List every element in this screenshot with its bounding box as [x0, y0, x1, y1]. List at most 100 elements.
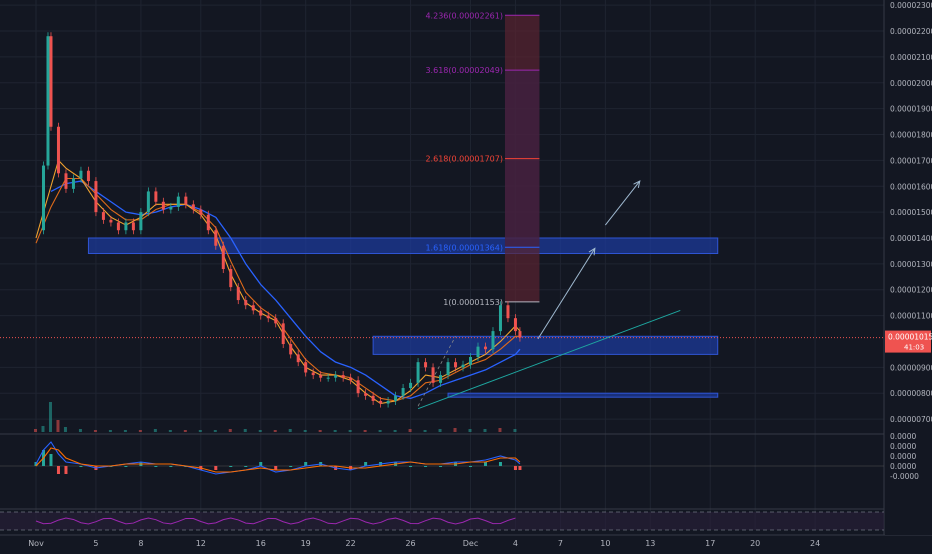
- osc-histogram-bar: [169, 466, 173, 467]
- price-candle: [236, 287, 240, 301]
- price-candle: [281, 323, 285, 345]
- price-candle: [94, 181, 98, 213]
- osc-histogram-bar: [214, 466, 218, 470]
- volume-bar: [48, 402, 52, 432]
- osc-tick-label: 0.0000: [890, 452, 916, 461]
- price-candle: [409, 382, 413, 389]
- bar-countdown: 41:03: [904, 344, 924, 352]
- osc-histogram-bar: [154, 466, 158, 467]
- price-candle: [461, 364, 465, 368]
- osc-histogram-bar: [469, 466, 473, 467]
- osc-tick-label: -0.0000: [890, 472, 919, 481]
- price-candle: [356, 380, 360, 394]
- fib-level-label: 3.618(0.00002049): [425, 66, 503, 75]
- price-candle: [296, 354, 300, 363]
- volume-bar: [34, 429, 37, 432]
- osc-histogram-bar: [79, 466, 83, 467]
- time-tick-label: 10: [600, 539, 610, 548]
- chart-canvas[interactable]: 4.236(0.00002261) 3.618(0.00002049) 2.618(…: [0, 0, 932, 550]
- volume-bar: [273, 430, 277, 432]
- volume-bar: [303, 430, 307, 432]
- price-candle: [79, 170, 83, 179]
- zone-rect: [447, 392, 719, 398]
- price-tick-label: 0.00001400: [890, 234, 932, 243]
- osc-tick-label: 0.0000: [890, 462, 916, 471]
- price-candle: [491, 331, 495, 350]
- osc-tick-label: 0.0000: [890, 442, 916, 451]
- price-candle: [469, 356, 473, 365]
- volume-bar: [288, 429, 292, 432]
- price-candle: [424, 362, 428, 368]
- volume-bar: [63, 427, 67, 432]
- price-candle: [274, 318, 278, 324]
- time-tick-label: 17: [705, 539, 715, 548]
- volume-bar: [41, 426, 45, 432]
- price-tick-label: 0.00001800: [890, 131, 932, 140]
- volume-bar: [213, 430, 217, 432]
- price-axis[interactable]: 0.00002300 0.00002200 0.00002100 0.00002000…: [885, 0, 932, 535]
- osc-histogram-bar: [409, 466, 413, 467]
- volume-bar: [378, 430, 382, 432]
- price-tick-label: 0.00000700: [890, 415, 932, 424]
- volume-bar: [438, 429, 442, 432]
- rsi-pane: [0, 511, 884, 531]
- volume-bar: [513, 429, 517, 432]
- volume-bar: [78, 429, 82, 432]
- price-candle: [221, 245, 225, 270]
- osc-histogram-bar: [424, 466, 428, 467]
- volume-bar: [333, 430, 337, 432]
- price-candle: [259, 310, 263, 316]
- volume-bar: [123, 430, 127, 432]
- price-candle: [334, 375, 338, 378]
- price-tick-label: 0.00001600: [890, 182, 932, 191]
- price-candle: [154, 191, 158, 202]
- volume-bar: [393, 430, 397, 432]
- price-candle: [139, 212, 143, 231]
- time-tick-label: 26: [405, 539, 415, 548]
- price-candle: [311, 372, 315, 376]
- price-candle: [56, 126, 60, 174]
- price-candle: [431, 367, 435, 383]
- osc-histogram-bar: [124, 466, 128, 467]
- price-candle: [101, 212, 105, 220]
- time-tick-label: Dec: [463, 539, 478, 548]
- price-candle: [386, 400, 390, 404]
- osc-histogram-bar: [49, 454, 53, 466]
- volume-bar: [108, 430, 112, 432]
- price-tick-label: 0.00001300: [890, 260, 932, 269]
- price-tick-label: 0.00001100: [890, 312, 932, 321]
- time-tick-label: 20: [750, 539, 760, 548]
- price-tick-label: 0.00000900: [890, 363, 932, 372]
- price-candle: [109, 219, 113, 223]
- time-tick-label: 5: [93, 539, 98, 548]
- osc-histogram-bar: [259, 462, 263, 466]
- rsi-band: [0, 512, 884, 530]
- price-candle: [454, 362, 458, 368]
- price-candle: [191, 204, 195, 210]
- price-candle: [289, 344, 293, 355]
- price-candle: [483, 346, 487, 350]
- price-tick-label: 0.00001700: [890, 156, 932, 165]
- price-candle: [498, 305, 502, 332]
- price-tick-label: 0.00002100: [890, 53, 932, 62]
- price-tick-label: 0.00002000: [890, 79, 932, 88]
- price-candle: [199, 209, 203, 215]
- volume-bar: [318, 430, 322, 432]
- time-tick-label: 19: [301, 539, 311, 548]
- price-tick-label: 0.00002200: [890, 27, 932, 36]
- price-candle: [266, 315, 270, 319]
- price-candle: [49, 36, 53, 127]
- price-candle: [439, 375, 443, 383]
- price-candle: [206, 214, 210, 231]
- volume-bar: [348, 430, 352, 432]
- volume-bar: [228, 429, 232, 432]
- osc-histogram-bar: [439, 466, 443, 467]
- fib-level-label: 1(0.00001153): [443, 298, 503, 307]
- price-candle: [131, 222, 135, 231]
- zone-rect: [87, 237, 719, 255]
- osc-histogram-bar: [483, 462, 487, 466]
- volume-bar: [498, 428, 502, 432]
- price-candle: [161, 201, 165, 210]
- time-tick-label: Nov: [28, 539, 44, 548]
- volume-bar: [408, 429, 412, 432]
